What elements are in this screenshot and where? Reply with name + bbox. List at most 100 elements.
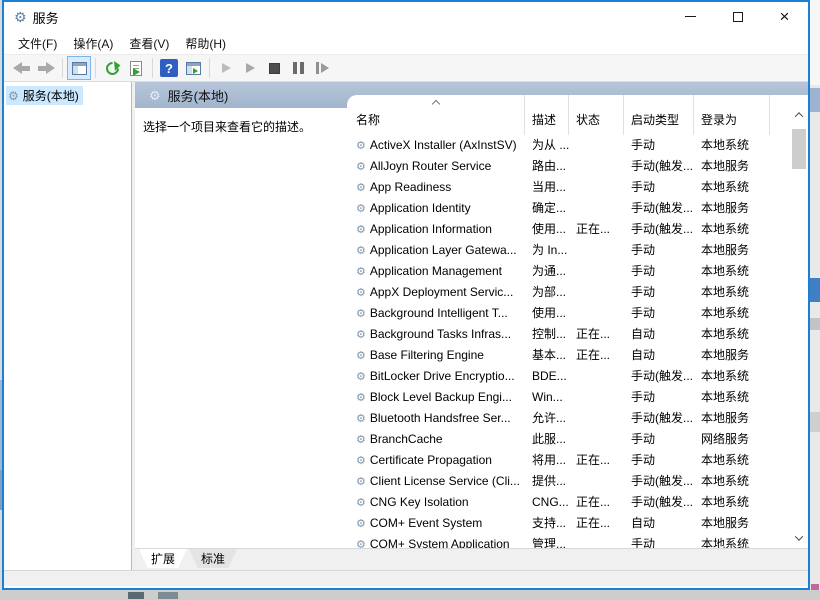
table-row[interactable]: ⚙Background Intelligent T...使用...手动本地系统	[349, 303, 791, 324]
maximize-button[interactable]	[714, 2, 761, 31]
table-row[interactable]: ⚙Application Identity确定...手动(触发...本地服务	[349, 198, 791, 219]
services-gear-icon: ⚙	[149, 89, 161, 102]
description-placeholder-text: 选择一个项目来查看它的描述。	[143, 118, 339, 135]
scrollbar-thumb[interactable]	[792, 129, 806, 169]
service-description-pane: 选择一个项目来查看它的描述。	[135, 108, 347, 548]
menu-item[interactable]: 查看(V)	[121, 33, 177, 54]
pause-service-button[interactable]	[286, 56, 310, 80]
services-window: ⚙ 服务 × 文件(F)操作(A)查看(V)帮助(H) ?	[2, 0, 810, 590]
start-service-button[interactable]	[214, 56, 238, 80]
vertical-scrollbar[interactable]	[791, 107, 807, 546]
restart-service-button[interactable]	[310, 56, 334, 80]
table-row[interactable]: ⚙Block Level Backup Engi...Win...手动本地系统	[349, 387, 791, 408]
cell-service-name: ⚙Application Management	[349, 261, 525, 282]
cell: 手动(触发...	[624, 219, 694, 240]
pane-header-title: 服务(本地)	[168, 86, 229, 105]
cell-service-name: ⚙Certificate Propagation	[349, 450, 525, 471]
table-row[interactable]: ⚙BitLocker Drive Encryptio...BDE...手动(触发…	[349, 366, 791, 387]
cell: 本地服务	[694, 345, 770, 366]
cell	[569, 261, 624, 282]
export-list-button[interactable]	[124, 56, 148, 80]
service-gear-icon: ⚙	[356, 308, 366, 320]
table-row[interactable]: ⚙Base Filtering Engine基本...正在...自动本地服务	[349, 345, 791, 366]
table-row[interactable]: ⚙CNG Key IsolationCNG...正在...手动(触发...本地系…	[349, 492, 791, 513]
table-row[interactable]: ⚙ActiveX Installer (AxInstSV)为从 ...手动本地系…	[349, 135, 791, 156]
service-gear-icon: ⚙	[356, 413, 366, 425]
cell: 正在...	[569, 513, 624, 534]
menu-item[interactable]: 操作(A)	[65, 33, 121, 54]
column-header[interactable]: 启动类型	[624, 95, 694, 135]
table-row[interactable]: ⚙Application Layer Gatewa...为 In...手动本地服…	[349, 240, 791, 261]
table-row[interactable]: ⚙BranchCache此服...手动网络服务	[349, 429, 791, 450]
table-row[interactable]: ⚙Certificate Propagation将用...正在...手动本地系统	[349, 450, 791, 471]
column-header[interactable]: 描述	[525, 95, 569, 135]
cell: 提供...	[525, 471, 569, 492]
table-row[interactable]: ⚙AllJoyn Router Service路由...手动(触发...本地服务	[349, 156, 791, 177]
cell: 手动	[624, 534, 694, 548]
back-button[interactable]	[10, 56, 34, 80]
cell: 本地系统	[694, 534, 770, 548]
pause-icon	[293, 62, 304, 74]
menu-item[interactable]: 帮助(H)	[177, 33, 234, 54]
cell: 当用...	[525, 177, 569, 198]
column-header[interactable]: 状态	[569, 95, 624, 135]
show-console-tree-button[interactable]	[67, 56, 91, 80]
window-controls: ×	[667, 2, 808, 31]
cell: 手动	[624, 240, 694, 261]
cell: 本地服务	[694, 240, 770, 261]
service-gear-icon: ⚙	[356, 287, 366, 299]
cell: 管理...	[525, 534, 569, 548]
column-header[interactable]: 登录为	[694, 95, 770, 135]
service-gear-icon: ⚙	[356, 182, 366, 194]
table-row[interactable]: ⚙App Readiness当用...手动本地系统	[349, 177, 791, 198]
tab-extended[interactable]: 扩展	[139, 549, 187, 568]
cell-service-name: ⚙ActiveX Installer (AxInstSV)	[349, 135, 525, 156]
toolbar-separator	[62, 58, 63, 78]
table-body: ⚙ActiveX Installer (AxInstSV)为从 ...手动本地系…	[349, 135, 791, 548]
service-gear-icon: ⚙	[356, 371, 366, 383]
table-row[interactable]: ⚙Application Information使用...正在...手动(触发.…	[349, 219, 791, 240]
help-button[interactable]: ?	[157, 56, 181, 80]
table-row[interactable]: ⚙Bluetooth Handsfree Ser...允许...手动(触发...…	[349, 408, 791, 429]
service-gear-icon: ⚙	[356, 224, 366, 236]
table-row[interactable]: ⚙Application Management为通...手动本地系统	[349, 261, 791, 282]
close-button[interactable]: ×	[761, 2, 808, 31]
show-action-pane-button[interactable]	[181, 56, 205, 80]
cell: 为通...	[525, 261, 569, 282]
minimize-button[interactable]	[667, 2, 714, 31]
background-window-sliver-right	[810, 0, 820, 600]
tree-item-services-local[interactable]: ⚙ 服务(本地)	[6, 86, 83, 105]
table-row[interactable]: ⚙Background Tasks Infras...控制...正在...自动本…	[349, 324, 791, 345]
table-row[interactable]: ⚙COM+ Event System支持...正在...自动本地服务	[349, 513, 791, 534]
cell	[569, 282, 624, 303]
resume-service-button[interactable]	[238, 56, 262, 80]
table-row[interactable]: ⚙COM+ System Application管理... 手动本地系统	[349, 534, 791, 548]
menu-item[interactable]: 文件(F)	[10, 33, 65, 54]
cell-service-name: ⚙COM+ System Application	[349, 534, 525, 548]
tab-standard[interactable]: 标准	[189, 549, 237, 568]
scroll-down-button[interactable]	[791, 530, 807, 546]
table-row[interactable]: ⚙AppX Deployment Servic...为部...手动本地系统	[349, 282, 791, 303]
help-icon: ?	[160, 59, 178, 77]
refresh-button[interactable]	[100, 56, 124, 80]
cell: 正在...	[569, 492, 624, 513]
cell: 为从 ...	[525, 135, 569, 156]
column-header[interactable]: 名称	[349, 95, 525, 135]
cell: 正在...	[569, 324, 624, 345]
cell: 手动	[624, 450, 694, 471]
cell	[569, 471, 624, 492]
cell-service-name: ⚙Bluetooth Handsfree Ser...	[349, 408, 525, 429]
cell: Win...	[525, 387, 569, 408]
forward-button[interactable]	[34, 56, 58, 80]
cell: 本地系统	[694, 492, 770, 513]
scroll-up-button[interactable]	[791, 107, 807, 123]
cell: 本地服务	[694, 513, 770, 534]
cell-service-name: ⚙AppX Deployment Servic...	[349, 282, 525, 303]
cell: 手动	[624, 303, 694, 324]
stop-service-button[interactable]	[262, 56, 286, 80]
cell-service-name: ⚙Base Filtering Engine	[349, 345, 525, 366]
title-bar[interactable]: ⚙ 服务 ×	[4, 2, 808, 32]
cell	[569, 198, 624, 219]
table-row[interactable]: ⚙Client License Service (Cli...提供...手动(触…	[349, 471, 791, 492]
cell-service-name: ⚙App Readiness	[349, 177, 525, 198]
